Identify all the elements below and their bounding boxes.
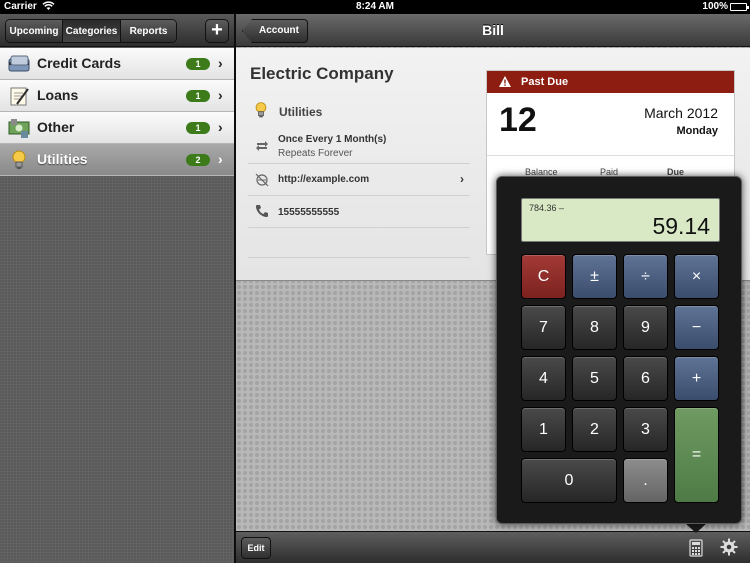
repeat-icon [256,141,268,151]
chevron-right-icon: › [460,172,464,186]
category-row: Utilities [248,98,470,122]
category-label: Credit Cards [37,55,122,71]
repeat-duration: Repeats Forever [278,148,353,159]
count-badge: 1 [186,90,210,102]
calculator-expression: 784.36 – [529,203,565,213]
nav-bar: Account Bill [236,14,750,47]
left-toolbar: Upcoming Categories Reports + [0,14,234,47]
key-5[interactable]: 5 [572,356,617,401]
credit-card-icon [8,55,30,72]
due-day: 12 [499,101,537,139]
phone-icon [256,205,268,217]
calculator-display: 784.36 – 59.14 [521,198,720,242]
plus-key[interactable]: + [674,356,719,401]
clear-key[interactable]: C [521,254,566,299]
categories-pane: Upcoming Categories Reports + Credit Car… [0,14,234,563]
website-row[interactable]: http://example.com › [248,164,470,196]
chevron-right-icon: › [218,151,223,167]
phone-number: 15555555555 [278,207,340,218]
category-row-loans[interactable]: Loans 1 › [0,80,234,112]
category-row-utilities[interactable]: Utilities 2 › [0,144,234,176]
empty-row [248,228,470,258]
loan-document-icon [10,87,29,106]
repeat-frequency: Once Every 1 Month(s) [278,134,387,145]
lightbulb-icon [255,102,267,118]
key-3[interactable]: 3 [623,407,668,452]
category-label: Utilities [37,151,88,167]
lightbulb-icon [12,150,26,169]
category-name: Utilities [279,105,323,119]
tab-upcoming[interactable]: Upcoming [6,20,63,42]
page-title: Bill [482,22,504,38]
battery-icon [730,3,749,11]
category-row-credit-cards[interactable]: Credit Cards 1 › [0,48,234,80]
count-badge: 1 [186,58,210,70]
phone-row[interactable]: 15555555555 [248,196,470,228]
calculator-icon[interactable] [689,539,703,557]
clock: 8:24 AM [356,1,394,12]
category-row-other[interactable]: Other 1 › [0,112,234,144]
add-button[interactable]: + [205,19,229,43]
money-icon [8,119,30,138]
key-6[interactable]: 6 [623,356,668,401]
divide-key[interactable]: ÷ [623,254,668,299]
calculator-popover: 784.36 – 59.14 C ± ÷ × 7 8 9 − 4 5 6 + 1… [496,176,742,524]
chevron-right-icon: › [218,55,223,71]
past-due-banner: Past Due [487,71,734,93]
chevron-right-icon: › [218,119,223,135]
website-url: http://example.com [278,174,370,185]
chevron-right-icon: › [218,87,223,103]
key-1[interactable]: 1 [521,407,566,452]
key-2[interactable]: 2 [572,407,617,452]
payee-name: Electric Company [250,64,394,83]
battery-percent: 100% [702,1,728,12]
tab-reports[interactable]: Reports [121,20,176,42]
minus-key[interactable]: − [674,305,719,350]
past-due-label: Past Due [521,76,569,88]
decimal-key[interactable]: . [623,458,668,503]
category-label: Loans [37,87,79,103]
multiply-key[interactable]: × [674,254,719,299]
count-badge: 1 [186,122,210,134]
due-weekday: Monday [676,125,718,137]
key-8[interactable]: 8 [572,305,617,350]
bottom-toolbar: Edit [236,531,750,563]
calculator-value: 59.14 [652,213,710,239]
plus-minus-key[interactable]: ± [572,254,617,299]
category-list: Credit Cards 1 › Loans 1 › Other 1 › Uti… [0,48,234,176]
due-month-year: March 2012 [644,105,718,121]
link-icon [255,173,269,187]
edit-button[interactable]: Edit [241,537,271,559]
count-badge: 2 [186,154,210,166]
category-label: Other [37,119,75,135]
repeat-row: Once Every 1 Month(s) Repeats Forever [248,126,470,164]
key-9[interactable]: 9 [623,305,668,350]
key-4[interactable]: 4 [521,356,566,401]
gear-icon[interactable] [720,538,738,556]
divider [487,155,734,156]
warning-icon [499,76,511,87]
status-bar: Carrier 8:24 AM 100% [0,0,750,14]
view-segmented-control: Upcoming Categories Reports [5,19,177,43]
tab-categories[interactable]: Categories [63,20,121,42]
popover-arrow [685,523,707,533]
key-0[interactable]: 0 [521,458,617,503]
equals-key[interactable]: = [674,407,719,503]
key-7[interactable]: 7 [521,305,566,350]
